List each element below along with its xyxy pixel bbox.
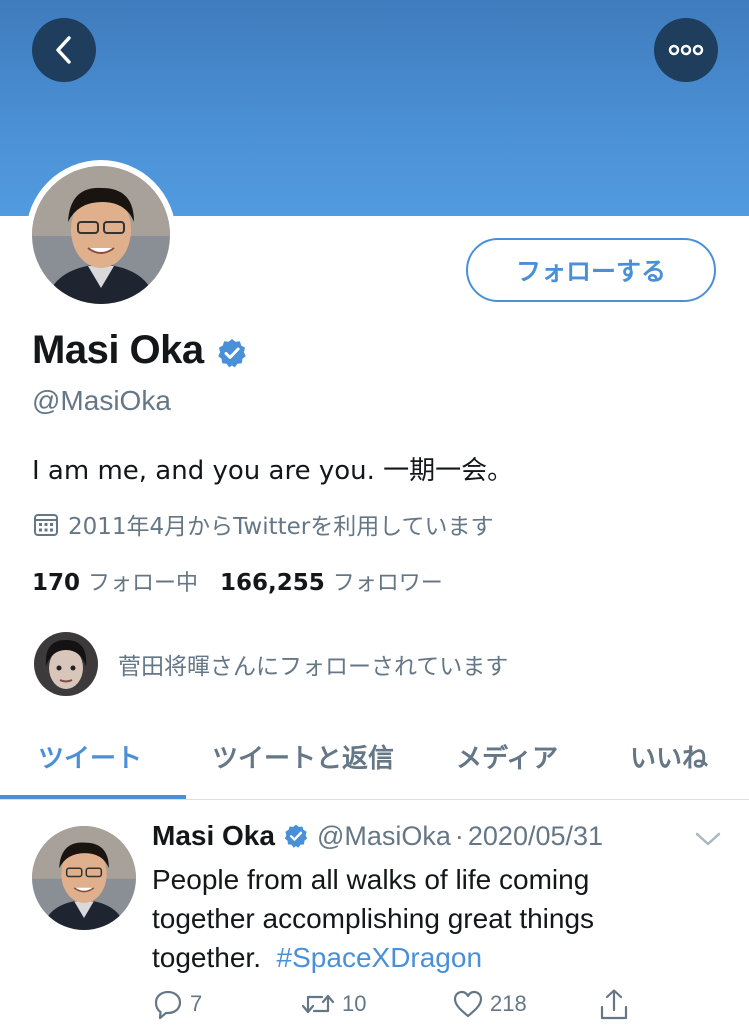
follower-avatar-photo — [34, 632, 98, 696]
back-button[interactable] — [32, 18, 96, 82]
tweet-avatar[interactable] — [32, 826, 136, 930]
reply-count: 7 — [190, 991, 203, 1016]
tweet-author-name[interactable]: Masi Oka — [152, 820, 275, 852]
followed-by-text: 菅田将暉さんにフォローされています — [118, 654, 509, 680]
tweet-date[interactable]: 2020/05/31 — [468, 821, 603, 852]
retweet-icon — [301, 994, 335, 1014]
tweet[interactable]: Masi Oka @MasiOka · 2020/05/31 People fr… — [0, 800, 749, 1030]
follow-button[interactable]: フォローする — [466, 238, 716, 302]
chevron-down-icon[interactable] — [694, 830, 722, 848]
share-button[interactable] — [598, 988, 630, 1022]
profile-avatar[interactable] — [26, 160, 176, 310]
tweet-header: Masi Oka @MasiOka · 2020/05/31 — [152, 820, 603, 852]
tweet-text: People from all walks of life coming tog… — [152, 860, 692, 977]
tweet-actions: 7 10 218 — [152, 988, 652, 1022]
verified-badge-icon — [217, 338, 246, 367]
more-options-button[interactable] — [654, 18, 718, 82]
retweet-count: 10 — [342, 991, 367, 1016]
retweet-button[interactable]: 10 — [300, 988, 366, 1020]
avatar-photo — [32, 166, 170, 304]
followers-count[interactable]: 166,255 — [220, 570, 325, 596]
tweet-author-handle[interactable]: @MasiOka — [317, 821, 451, 852]
following-label[interactable]: フォロー中 — [88, 565, 198, 597]
heart-icon — [453, 990, 483, 1018]
chevron-left-icon — [56, 36, 71, 64]
tweet-separator: · — [454, 820, 464, 851]
profile-handle: @MasiOka — [32, 385, 171, 416]
profile-bio: I am me, and you are you. 一期一会。 — [32, 456, 514, 486]
active-tab-indicator — [0, 795, 186, 799]
profile-name: Masi Oka — [32, 328, 204, 372]
following-count[interactable]: 170 — [32, 570, 80, 596]
tweet-avatar-photo — [32, 826, 136, 930]
profile-name-row: Masi Oka — [32, 328, 248, 373]
follow-counts: 170 フォロー中 166,255 フォロワー — [32, 565, 465, 597]
tab-tweets[interactable]: ツイート — [38, 738, 142, 775]
profile-tabs: ツイート ツイートと返信 メディア いいね — [0, 720, 749, 800]
reply-button[interactable]: 7 — [152, 988, 202, 1020]
like-count: 218 — [490, 991, 527, 1016]
joined-text: 2011年4月からTwitterを利用しています — [68, 514, 494, 540]
share-icon — [600, 989, 628, 1020]
tweet-hashtag-link[interactable]: #SpaceXDragon — [277, 942, 482, 973]
like-button[interactable]: 218 — [452, 988, 527, 1020]
tab-media[interactable]: メディア — [456, 738, 558, 775]
tab-likes[interactable]: いいね — [630, 738, 708, 775]
tab-tweets-and-replies[interactable]: ツイートと返信 — [212, 738, 394, 775]
followed-by-row[interactable]: 菅田将暉さんにフォローされています — [34, 632, 508, 696]
more-horizontal-icon — [668, 44, 704, 56]
reply-icon — [154, 990, 182, 1020]
joined-date: 2011年4月からTwitterを利用しています — [32, 507, 494, 541]
followers-label[interactable]: フォロワー — [333, 565, 443, 597]
verified-badge-icon — [284, 824, 308, 848]
follower-avatar — [34, 632, 98, 696]
calendar-icon — [34, 514, 58, 536]
